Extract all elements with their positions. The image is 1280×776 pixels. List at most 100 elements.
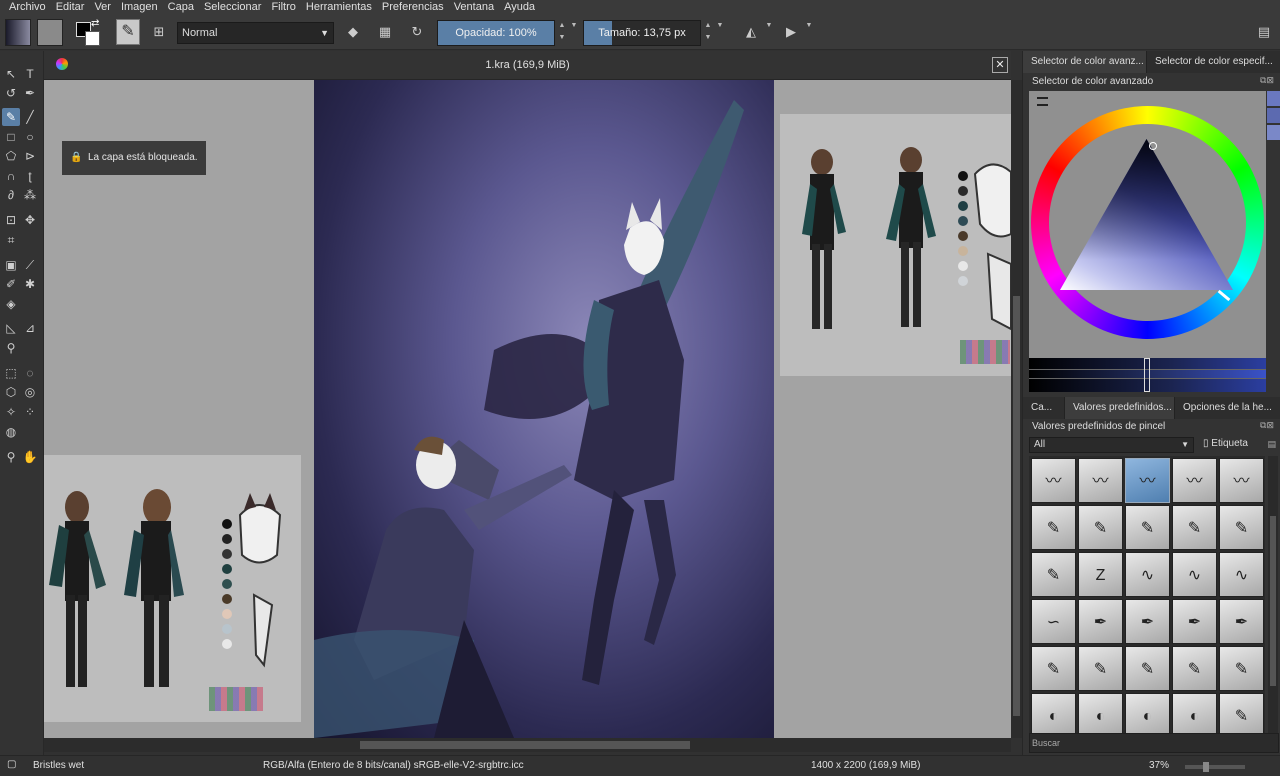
- menu-capa[interactable]: Capa: [168, 1, 194, 13]
- elliptical-selection-tool-icon[interactable]: ◌: [21, 364, 39, 382]
- horizontal-scroll-thumb[interactable]: [360, 741, 690, 749]
- dynamic-brush-tool-icon[interactable]: ∂: [2, 186, 20, 204]
- opacity-menu-icon[interactable]: ▼: [569, 20, 579, 46]
- color-selector-area[interactable]: [1029, 91, 1266, 359]
- mirror-vertical-icon[interactable]: ▶: [780, 20, 802, 44]
- size-menu-icon[interactable]: ▼: [715, 20, 725, 46]
- recent-color-swatch[interactable]: [1267, 91, 1280, 106]
- color-selector-settings-icon[interactable]: [1037, 97, 1048, 106]
- transform-tool-icon[interactable]: ⊡: [2, 211, 20, 229]
- main-artwork[interactable]: [314, 80, 774, 738]
- brush-preset-thumbnail[interactable]: 〰: [1078, 458, 1123, 503]
- docker-float-close-icon[interactable]: ⧉⊠: [1260, 75, 1274, 86]
- mirror-horizontal-icon[interactable]: ◭: [740, 20, 762, 44]
- reload-preset-icon[interactable]: ↻: [406, 20, 428, 44]
- brush-preset-thumbnail[interactable]: ∿: [1172, 552, 1217, 597]
- brush-settings-icon[interactable]: ⊞: [148, 20, 170, 44]
- edit-shapes-tool-icon[interactable]: ↺: [2, 84, 20, 102]
- recent-color-swatch[interactable]: [1267, 125, 1280, 140]
- brush-preset-thumbnail[interactable]: ∿: [1219, 552, 1264, 597]
- vertical-scrollbar[interactable]: [1011, 80, 1022, 738]
- horizontal-scrollbar[interactable]: [44, 738, 1011, 752]
- menu-ventana[interactable]: Ventana: [454, 1, 494, 13]
- menu-archivo[interactable]: Archivo: [9, 1, 46, 13]
- color-shade-strip[interactable]: [1029, 358, 1266, 392]
- brush-preset-thumbnail[interactable]: ✒: [1125, 599, 1170, 644]
- brush-preset-thumbnail[interactable]: ◐: [1031, 693, 1076, 734]
- brush-preset-thumbnail[interactable]: ✎: [1031, 646, 1076, 691]
- blend-mode-dropdown[interactable]: Normal ▼: [177, 22, 334, 44]
- menu-ver[interactable]: Ver: [94, 1, 111, 13]
- brush-preset-thumbnail[interactable]: ✎: [1172, 505, 1217, 550]
- brush-preset-thumbnail[interactable]: ◐: [1172, 693, 1217, 734]
- line-tool-icon[interactable]: ╱: [21, 108, 39, 126]
- brush-preset-thumbnail[interactable]: ✎: [1219, 505, 1264, 550]
- mirror-vertical-menu-icon[interactable]: ▼: [804, 20, 814, 46]
- presets-float-close-icon[interactable]: ⧉⊠: [1260, 420, 1274, 431]
- similar-selection-tool-icon[interactable]: ⁘: [21, 403, 39, 421]
- freehand-path-tool-icon[interactable]: ʈ: [21, 167, 39, 185]
- tab-tool-options[interactable]: Opciones de la he...: [1175, 397, 1280, 419]
- pattern-selector[interactable]: [37, 19, 63, 46]
- gradient-tool-icon[interactable]: ▣: [2, 256, 20, 274]
- brush-preset-thumbnail[interactable]: ◐: [1125, 693, 1170, 734]
- tag-button[interactable]: ▯ Etiqueta: [1203, 438, 1248, 449]
- preset-view-menu-icon[interactable]: ▤: [1267, 439, 1276, 450]
- reference-images-tool-icon[interactable]: ⚲: [2, 339, 20, 357]
- brush-preset-thumbnail[interactable]: ✎: [1078, 646, 1123, 691]
- workspace-icon[interactable]: ▤: [1253, 20, 1275, 44]
- brush-preset-thumbnail[interactable]: ✎: [1031, 505, 1076, 550]
- brush-preset-thumbnail[interactable]: ✒: [1172, 599, 1217, 644]
- canvas[interactable]: 🔒 La capa está bloqueada.: [44, 80, 1011, 738]
- crop-tool-icon[interactable]: ⌗: [2, 231, 20, 249]
- brush-preset-thumbnail[interactable]: ✎: [1172, 646, 1217, 691]
- alpha-lock-icon[interactable]: ▦: [374, 20, 396, 44]
- menu-seleccionar[interactable]: Seleccionar: [204, 1, 261, 13]
- tab-advanced-color-selector[interactable]: Selector de color avanz...: [1023, 51, 1147, 73]
- background-color[interactable]: [85, 31, 100, 46]
- freehand-brush-tool-icon[interactable]: ✎: [2, 108, 20, 126]
- rectangle-tool-icon[interactable]: □: [2, 128, 20, 146]
- select-shapes-tool-icon[interactable]: ↖: [2, 65, 20, 83]
- shade-strip-marker[interactable]: [1144, 358, 1150, 392]
- smart-patch-tool-icon[interactable]: ✱: [21, 275, 39, 293]
- assistant-tool-icon[interactable]: ◺: [2, 319, 20, 337]
- fg-bg-color-selector[interactable]: ⇄: [76, 18, 102, 46]
- brush-preset-thumbnail[interactable]: ✎: [1219, 693, 1264, 734]
- colorize-mask-tool-icon[interactable]: ✐: [2, 275, 20, 293]
- opacity-spinner[interactable]: ▲ ▼: [557, 20, 567, 46]
- contiguous-selection-tool-icon[interactable]: ✧: [2, 403, 20, 421]
- hue-cursor[interactable]: [1217, 289, 1231, 302]
- move-tool-icon[interactable]: ✥: [21, 211, 39, 229]
- brush-preset-thumbnail[interactable]: ∿: [1125, 552, 1170, 597]
- menu-filtro[interactable]: Filtro: [271, 1, 295, 13]
- menu-herramientas[interactable]: Herramientas: [306, 1, 372, 13]
- brush-preset-thumbnail[interactable]: ✎: [1219, 646, 1264, 691]
- color-picker-tool-icon[interactable]: ⟋: [21, 256, 39, 274]
- opacity-slider[interactable]: Opacidad: 100%: [437, 20, 555, 46]
- brush-preset-thumbnail[interactable]: ✎: [1078, 505, 1123, 550]
- zoom-slider[interactable]: [1185, 762, 1245, 772]
- brush-preset-thumbnail[interactable]: ∽: [1031, 599, 1076, 644]
- brush-preset-thumbnail[interactable]: ◐: [1078, 693, 1123, 734]
- pan-tool-icon[interactable]: ✋: [21, 448, 39, 466]
- document-title[interactable]: 1.kra (169,9 MiB): [44, 59, 1011, 71]
- freehand-selection-tool-icon[interactable]: ◎: [21, 383, 39, 401]
- tab-specific-color-selector[interactable]: Selector de color especif...: [1147, 51, 1280, 73]
- polygonal-selection-tool-icon[interactable]: ⬡: [2, 383, 20, 401]
- tab-brush-presets[interactable]: Valores predefinidos...: [1065, 397, 1175, 419]
- multibrush-tool-icon[interactable]: ⁂: [21, 186, 39, 204]
- brush-preset-thumbnail[interactable]: 〰: [1031, 458, 1076, 503]
- hue-wheel[interactable]: [1031, 106, 1264, 339]
- menu-preferencias[interactable]: Preferencias: [382, 1, 444, 13]
- polygon-tool-icon[interactable]: ⬠: [2, 147, 20, 165]
- gradient-selector[interactable]: [5, 19, 31, 46]
- rectangular-selection-tool-icon[interactable]: ⬚: [2, 364, 20, 382]
- preset-filter-dropdown[interactable]: All ▼: [1029, 437, 1194, 453]
- close-document-icon[interactable]: ✕: [992, 57, 1008, 73]
- zoom-tool-icon[interactable]: ⚲: [2, 448, 20, 466]
- fill-tool-icon[interactable]: ◈: [2, 295, 20, 313]
- brush-preset-thumbnail[interactable]: Z: [1078, 552, 1123, 597]
- size-slider[interactable]: Tamaño: 13,75 px: [583, 20, 701, 46]
- ellipse-tool-icon[interactable]: ○: [21, 128, 39, 146]
